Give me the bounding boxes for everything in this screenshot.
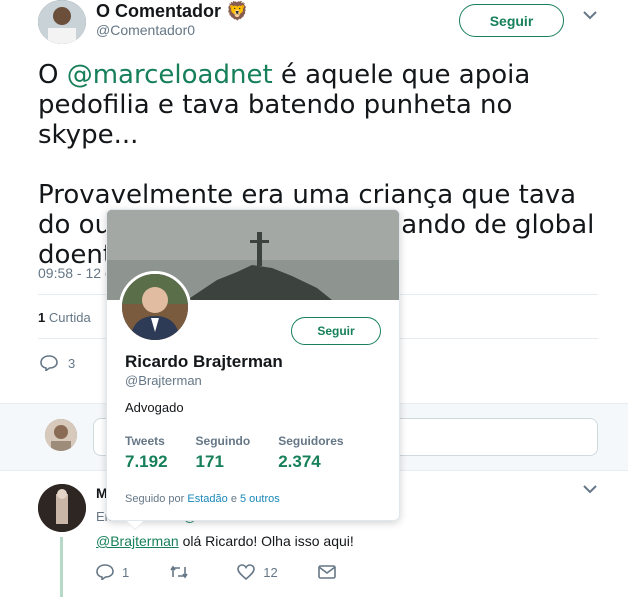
stat-value: 171 bbox=[195, 452, 224, 471]
reply-icon bbox=[96, 564, 114, 580]
heart-icon bbox=[237, 564, 256, 580]
hover-card-avatar[interactable] bbox=[119, 271, 191, 343]
tweet-text-prefix: O bbox=[38, 60, 67, 90]
hover-card-stats: Tweets 7.192 Seguindo 171 Seguidores 2.3… bbox=[125, 434, 344, 472]
reply-reply-count: 1 bbox=[122, 564, 130, 580]
reply-reply-action[interactable]: 1 bbox=[96, 564, 129, 580]
stat-label: Tweets bbox=[125, 434, 165, 448]
hover-card-arrow bbox=[127, 521, 143, 529]
hover-card-follow-button[interactable]: Seguir bbox=[291, 317, 381, 345]
tweet-mention-link[interactable]: @marceloadnet bbox=[67, 60, 273, 90]
hover-card-handle[interactable]: @Brajterman bbox=[125, 373, 202, 388]
likes-stat[interactable]: 1 Curtida bbox=[38, 310, 91, 325]
reply-actions: 1 12 bbox=[96, 564, 376, 580]
likes-count: 1 bbox=[38, 310, 46, 325]
reply-count: 3 bbox=[68, 355, 76, 371]
profile-hover-card: Seguir Ricardo Brajterman @Brajterman Ad… bbox=[106, 209, 400, 529]
followed-by: Seguido por Estadão e 5 outros bbox=[125, 493, 280, 505]
author-handle[interactable]: @Comentador0 bbox=[96, 22, 195, 38]
reply-mention-link[interactable]: @Brajterman bbox=[96, 533, 179, 549]
stat-following[interactable]: Seguindo 171 bbox=[196, 434, 251, 472]
stat-value: 2.374 bbox=[278, 452, 321, 471]
likes-label: Curtida bbox=[48, 310, 91, 325]
stat-value: 7.192 bbox=[125, 452, 168, 471]
stat-followers[interactable]: Seguidores 2.374 bbox=[278, 434, 343, 472]
like-action[interactable]: 12 bbox=[237, 564, 278, 580]
reply-icon bbox=[40, 355, 58, 371]
followed-by-user-link[interactable]: Estadão bbox=[187, 493, 227, 505]
stat-label: Seguindo bbox=[195, 434, 251, 448]
tweet-timestamp[interactable]: 09:58 - 12 o bbox=[38, 265, 113, 281]
like-count: 12 bbox=[263, 564, 278, 580]
message-action[interactable] bbox=[317, 565, 336, 579]
retweet-action[interactable] bbox=[169, 565, 197, 579]
reply-action[interactable]: 3 bbox=[40, 355, 75, 371]
followed-by-others-link[interactable]: 5 outros bbox=[240, 493, 280, 505]
thread-line bbox=[60, 537, 63, 597]
reply-author-avatar[interactable] bbox=[38, 484, 86, 532]
stat-label: Seguidores bbox=[278, 434, 344, 448]
author-avatar[interactable] bbox=[38, 0, 86, 44]
followed-by-join: e bbox=[227, 493, 240, 505]
reply-text: @Brajterman olá Ricardo! Olha isso aqui! bbox=[96, 533, 354, 549]
retweet-icon bbox=[169, 565, 189, 579]
author-name[interactable]: O Comentador 🦁 bbox=[96, 1, 248, 22]
hover-card-bio: Advogado bbox=[125, 400, 184, 415]
chevron-down-icon[interactable] bbox=[583, 484, 597, 494]
chevron-down-icon[interactable] bbox=[583, 10, 597, 20]
follow-button[interactable]: Seguir bbox=[459, 4, 564, 37]
reply-text-body: olá Ricardo! Olha isso aqui! bbox=[178, 533, 354, 549]
followed-by-prefix: Seguido por bbox=[125, 493, 188, 505]
stat-tweets[interactable]: Tweets 7.192 bbox=[125, 434, 168, 472]
hover-card-name[interactable]: Ricardo Brajterman bbox=[125, 352, 283, 372]
envelope-icon bbox=[317, 565, 336, 579]
current-user-avatar bbox=[45, 419, 77, 451]
